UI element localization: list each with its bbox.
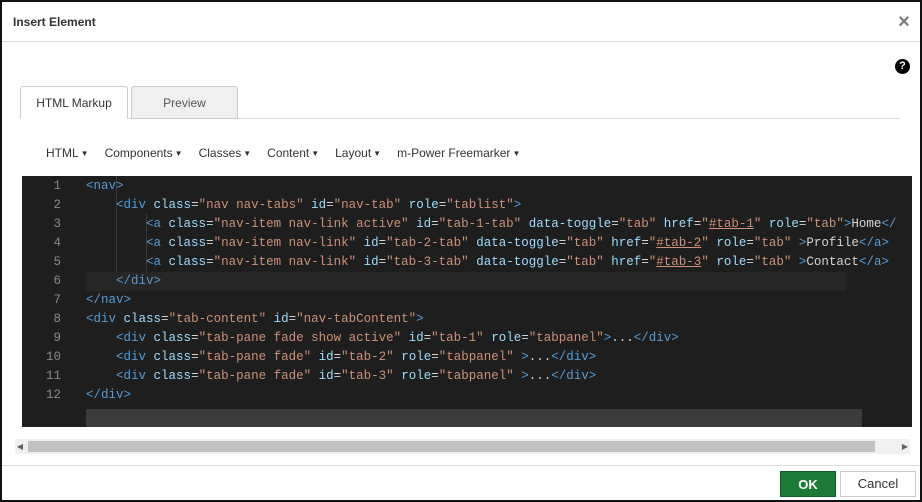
- menu-mpower-freemarker[interactable]: m-Power Freemarker ▼: [397, 146, 520, 162]
- line-number: 7: [53, 293, 61, 307]
- cancel-button[interactable]: Cancel: [840, 471, 916, 497]
- line-number: 11: [45, 369, 61, 383]
- scroll-left-icon[interactable]: ◀: [15, 441, 25, 452]
- dialog-footer: OK Cancel: [2, 465, 920, 500]
- line-number: 9: [53, 331, 61, 345]
- line-number: 4: [53, 236, 61, 250]
- close-icon[interactable]: ×: [894, 12, 914, 32]
- code-line: <a class="nav-item nav-link" id="tab-3-t…: [146, 255, 889, 269]
- code-line: <nav>: [86, 179, 124, 193]
- horizontal-scrollbar[interactable]: ◀ ▶: [15, 439, 910, 454]
- code-line: </div>: [86, 272, 846, 291]
- line-number: 2: [53, 198, 61, 212]
- ok-button[interactable]: OK: [780, 471, 836, 497]
- code-line: <div class="tab-content" id="nav-tabCont…: [86, 312, 424, 326]
- menu-content-label: Content: [267, 146, 310, 160]
- menu-layout-label: Layout: [335, 146, 372, 160]
- line-number: 6: [53, 274, 61, 288]
- code-line: <a class="nav-item nav-link active" id="…: [146, 217, 897, 231]
- menu-layout[interactable]: Layout ▼: [335, 146, 381, 162]
- line-number: 10: [45, 350, 61, 364]
- menu-classes[interactable]: Classes ▼: [199, 146, 252, 162]
- code-line: <div class="tab-pane fade" id="tab-2" ro…: [116, 350, 597, 364]
- code-line: <div class="tab-pane fade" id="tab-3" ro…: [116, 369, 597, 383]
- code-area[interactable]: <nav> <div class="nav nav-tabs" id="nav-…: [86, 176, 912, 427]
- menu-mpower-freemarker-label: m-Power Freemarker: [397, 146, 511, 160]
- line-number: 5: [53, 255, 61, 269]
- tab-preview[interactable]: Preview: [131, 86, 238, 119]
- dialog-title: Insert Element: [13, 15, 96, 29]
- menu-classes-label: Classes: [198, 146, 242, 160]
- code-line: <a class="nav-item nav-link" id="tab-2-t…: [146, 236, 889, 250]
- caret-down-icon: ▼: [311, 149, 320, 158]
- editor-menubar: HTML ▼ Components ▼ Classes ▼ Content ▼ Layo…: [46, 146, 536, 162]
- caret-down-icon: ▼: [373, 149, 382, 158]
- line-number: 8: [53, 312, 61, 326]
- scrollbar-thumb[interactable]: [28, 441, 875, 452]
- tab-html-markup[interactable]: HTML Markup: [20, 86, 128, 119]
- dialog-titlebar: Insert Element ×: [2, 2, 920, 42]
- caret-down-icon: ▼: [174, 149, 183, 158]
- menu-components[interactable]: Components ▼: [105, 146, 183, 162]
- tab-bar: HTML Markup Preview: [20, 86, 900, 119]
- menu-html-label: HTML: [46, 146, 79, 160]
- line-number: 3: [53, 217, 61, 231]
- line-number: 12: [45, 388, 61, 402]
- editor-horizontal-scrollbar[interactable]: [86, 409, 862, 427]
- menu-content[interactable]: Content ▼: [267, 146, 319, 162]
- menu-html[interactable]: HTML ▼: [46, 146, 89, 162]
- line-number: 1: [53, 179, 61, 193]
- caret-down-icon: ▼: [80, 149, 89, 158]
- code-line: </div>: [86, 388, 132, 402]
- scroll-right-icon[interactable]: ▶: [900, 441, 910, 452]
- help-icon[interactable]: ?: [895, 59, 910, 74]
- code-line: </nav>: [86, 293, 132, 307]
- menu-components-label: Components: [104, 146, 173, 160]
- code-line: <div class="nav nav-tabs" id="nav-tab" r…: [116, 198, 522, 212]
- code-line: <div class="tab-pane fade show active" i…: [116, 331, 679, 345]
- code-editor[interactable]: 1 2 3 4 5 6 7 8 9 10 11 12 <nav> <div class="nav na…: [22, 176, 912, 427]
- caret-down-icon: ▼: [243, 149, 252, 158]
- caret-down-icon: ▼: [512, 149, 521, 158]
- insert-element-dialog: Insert Element × ? HTML Markup Preview H…: [0, 0, 922, 502]
- line-number-gutter: 1 2 3 4 5 6 7 8 9 10 11 12: [22, 176, 66, 427]
